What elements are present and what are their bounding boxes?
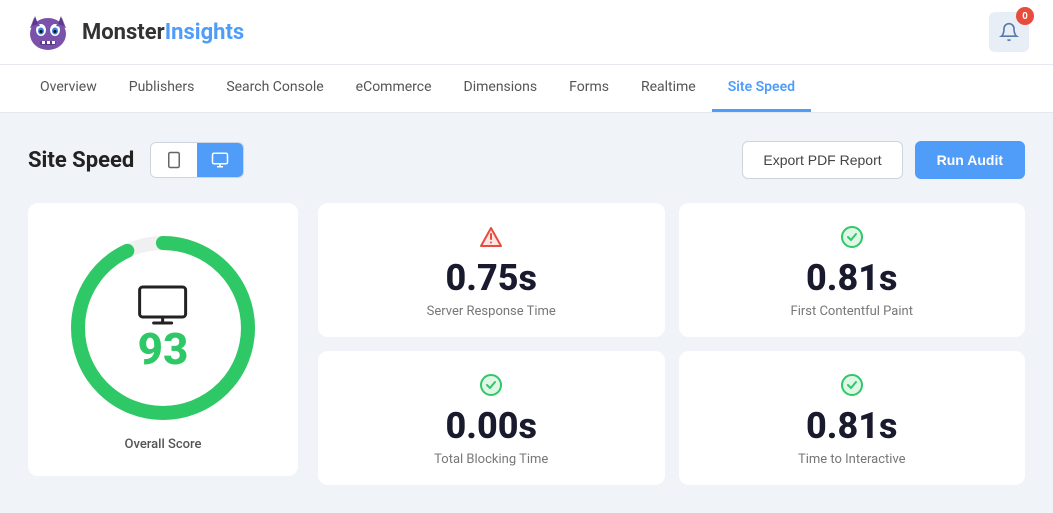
metric-card-server-response-time: 0.75s Server Response Time [318, 203, 665, 337]
score-circle: 93 [68, 233, 258, 423]
logo-icon [24, 8, 72, 56]
nav: Overview Publishers Search Console eComm… [0, 65, 1053, 113]
metric-card-first-contentful-paint: 0.81s First Contentful Paint [679, 203, 1026, 337]
desktop-device-button[interactable] [197, 143, 243, 177]
nav-item-site-speed[interactable]: Site Speed [712, 65, 811, 112]
header: MonsterInsights 0 [0, 0, 1053, 65]
monitor-icon [138, 285, 188, 327]
score-value: 93 [138, 327, 189, 371]
metric-value-server-response: 0.75s [446, 260, 537, 296]
mobile-icon [165, 151, 183, 169]
circle-inner: 93 [138, 285, 189, 371]
metric-value-tbt: 0.00s [446, 408, 537, 444]
nav-item-dimensions[interactable]: Dimensions [448, 65, 554, 112]
logo-text: MonsterInsights [82, 20, 244, 45]
check-circle-icon-2 [479, 373, 503, 397]
main-content: Site Speed [0, 113, 1053, 513]
metric-label-tbt: Total Blocking Time [434, 452, 548, 467]
logo-area: MonsterInsights [24, 8, 244, 56]
check-icon-tbt [479, 373, 503, 402]
metric-label-fcp: First Contentful Paint [791, 304, 913, 319]
header-right: 0 [989, 12, 1029, 52]
check-icon-tti [840, 373, 864, 402]
warning-icon [479, 225, 503, 254]
metric-label-server-response: Server Response Time [427, 304, 556, 319]
metric-card-total-blocking-time: 0.00s Total Blocking Time [318, 351, 665, 485]
run-audit-button[interactable]: Run Audit [915, 141, 1025, 179]
header-actions: Export PDF Report Run Audit [742, 141, 1025, 179]
score-label: Overall Score [125, 437, 202, 452]
nav-item-realtime[interactable]: Realtime [625, 65, 712, 112]
check-circle-icon-3 [840, 373, 864, 397]
metrics-grid: 0.75s Server Response Time 0.81s First C… [318, 203, 1025, 485]
bell-icon [999, 22, 1019, 42]
check-icon-fcp [840, 225, 864, 254]
nav-item-ecommerce[interactable]: eCommerce [340, 65, 448, 112]
metric-label-tti: Time to Interactive [798, 452, 906, 467]
notification-badge: 0 [1016, 7, 1034, 25]
logo-insights: Insights [165, 20, 245, 45]
export-pdf-button[interactable]: Export PDF Report [742, 141, 902, 179]
metric-value-fcp: 0.81s [806, 260, 897, 296]
page-header: Site Speed [28, 141, 1025, 179]
score-card: 93 Overall Score [28, 203, 298, 476]
nav-item-forms[interactable]: Forms [553, 65, 625, 112]
nav-item-overview[interactable]: Overview [24, 65, 113, 112]
check-circle-icon [840, 225, 864, 249]
desktop-icon [211, 151, 229, 169]
content-grid: 93 Overall Score 0.75s Server Response [28, 203, 1025, 485]
metric-card-time-to-interactive: 0.81s Time to Interactive [679, 351, 1026, 485]
nav-item-search-console[interactable]: Search Console [210, 65, 339, 112]
logo-monster: Monster [82, 20, 165, 45]
nav-item-publishers[interactable]: Publishers [113, 65, 211, 112]
page-title-area: Site Speed [28, 142, 244, 178]
mobile-device-button[interactable] [151, 143, 197, 177]
triangle-warning-icon [479, 225, 503, 249]
notifications-button[interactable]: 0 [989, 12, 1029, 52]
device-toggle [150, 142, 244, 178]
metric-value-tti: 0.81s [806, 408, 897, 444]
page-title: Site Speed [28, 148, 134, 173]
